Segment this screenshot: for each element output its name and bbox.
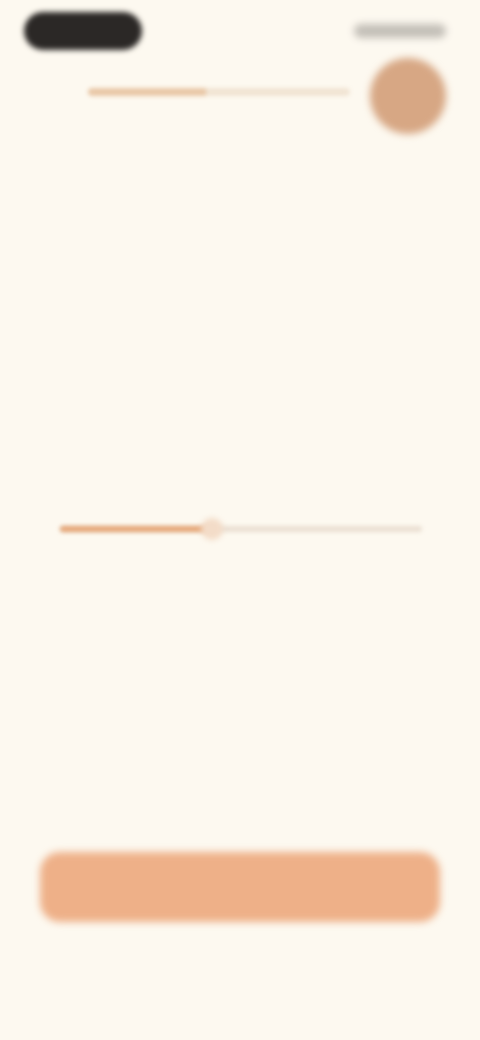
- value-slider[interactable]: [60, 518, 422, 540]
- onboarding-progress-bar: [88, 88, 350, 96]
- continue-button[interactable]: [40, 852, 440, 922]
- status-bar-time-pill: [24, 12, 142, 50]
- slider-fill: [60, 526, 213, 532]
- status-bar-indicators: [354, 24, 446, 38]
- slider-thumb[interactable]: [201, 518, 224, 540]
- onboarding-progress-fill: [88, 88, 206, 96]
- avatar[interactable]: [370, 58, 446, 134]
